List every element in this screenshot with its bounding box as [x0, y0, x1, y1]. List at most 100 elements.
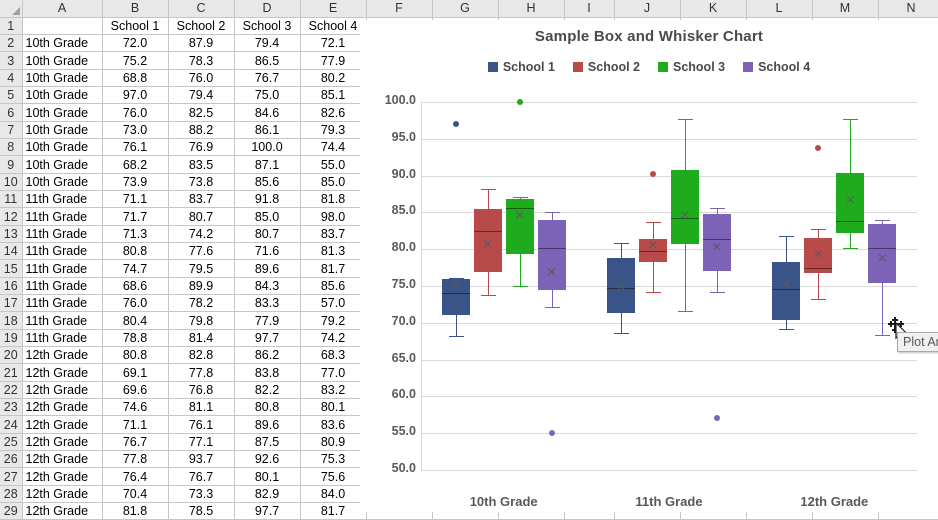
- cell-A10[interactable]: 10th Grade: [22, 173, 103, 192]
- cell-C11[interactable]: 83.7: [168, 190, 235, 209]
- cell-E16[interactable]: 85.6: [300, 277, 367, 296]
- cell-C7[interactable]: 88.2: [168, 121, 235, 140]
- cell-B26[interactable]: 77.8: [102, 450, 169, 469]
- cell-A9[interactable]: 10th Grade: [22, 155, 103, 174]
- cell-E8[interactable]: 74.4: [300, 138, 367, 157]
- cell-B28[interactable]: 70.4: [102, 485, 169, 504]
- cell-B27[interactable]: 76.4: [102, 467, 169, 486]
- cell-D26[interactable]: 92.6: [234, 450, 301, 469]
- column-header-m[interactable]: M: [812, 0, 879, 18]
- cell-D14[interactable]: 71.6: [234, 242, 301, 261]
- cell-A8[interactable]: 10th Grade: [22, 138, 103, 157]
- row-header[interactable]: 26: [0, 450, 23, 469]
- cell-D7[interactable]: 86.1: [234, 121, 301, 140]
- cell-A18[interactable]: 11th Grade: [22, 311, 103, 330]
- cell-B4[interactable]: 68.8: [102, 69, 169, 88]
- cell-A13[interactable]: 11th Grade: [22, 225, 103, 244]
- cell-A7[interactable]: 10th Grade: [22, 121, 103, 140]
- cell-A15[interactable]: 11th Grade: [22, 259, 103, 278]
- row-header[interactable]: 14: [0, 242, 23, 261]
- cell-C21[interactable]: 77.8: [168, 363, 235, 382]
- cell-D4[interactable]: 76.7: [234, 69, 301, 88]
- cell-C24[interactable]: 76.1: [168, 415, 235, 434]
- legend-item-2[interactable]: School 2: [572, 60, 640, 74]
- cell-A6[interactable]: 10th Grade: [22, 103, 103, 122]
- cell-D13[interactable]: 80.7: [234, 225, 301, 244]
- cell-C4[interactable]: 76.0: [168, 69, 235, 88]
- cell-E2[interactable]: 72.1: [300, 34, 367, 53]
- cell-C29[interactable]: 78.5: [168, 502, 235, 520]
- cell-E21[interactable]: 77.0: [300, 363, 367, 382]
- cell-A12[interactable]: 11th Grade: [22, 207, 103, 226]
- cell-D29[interactable]: 97.7: [234, 502, 301, 520]
- cell-B15[interactable]: 74.7: [102, 259, 169, 278]
- column-header-k[interactable]: K: [680, 0, 747, 18]
- cell-B9[interactable]: 68.2: [102, 155, 169, 174]
- cell-C22[interactable]: 76.8: [168, 381, 235, 400]
- cell-D18[interactable]: 77.9: [234, 311, 301, 330]
- row-header[interactable]: 10: [0, 173, 23, 192]
- cell-B7[interactable]: 73.0: [102, 121, 169, 140]
- row-header[interactable]: 24: [0, 415, 23, 434]
- cell-D28[interactable]: 82.9: [234, 485, 301, 504]
- row-header[interactable]: 8: [0, 138, 23, 157]
- cell-B2[interactable]: 72.0: [102, 34, 169, 53]
- cell-E9[interactable]: 55.0: [300, 155, 367, 174]
- row-header[interactable]: 28: [0, 485, 23, 504]
- legend-item-1[interactable]: School 1: [487, 60, 555, 74]
- cell-C17[interactable]: 78.2: [168, 294, 235, 313]
- row-header[interactable]: 6: [0, 103, 23, 122]
- cell-B6[interactable]: 76.0: [102, 103, 169, 122]
- row-header[interactable]: 1: [0, 17, 23, 36]
- cell-A20[interactable]: 12th Grade: [22, 346, 103, 365]
- cell-A4[interactable]: 10th Grade: [22, 69, 103, 88]
- column-header-c[interactable]: C: [168, 0, 235, 18]
- cell-E14[interactable]: 81.3: [300, 242, 367, 261]
- cell-E10[interactable]: 85.0: [300, 173, 367, 192]
- cell-D20[interactable]: 86.2: [234, 346, 301, 365]
- cell-B25[interactable]: 76.7: [102, 433, 169, 452]
- cell-B10[interactable]: 73.9: [102, 173, 169, 192]
- legend-item-4[interactable]: School 4: [743, 60, 810, 74]
- cell-B5[interactable]: 97.0: [102, 86, 169, 105]
- cell-B19[interactable]: 78.8: [102, 329, 169, 348]
- cell-A19[interactable]: 11th Grade: [22, 329, 103, 348]
- cell-D19[interactable]: 97.7: [234, 329, 301, 348]
- cell-A17[interactable]: 11th Grade: [22, 294, 103, 313]
- cell-C19[interactable]: 81.4: [168, 329, 235, 348]
- column-header-l[interactable]: L: [746, 0, 813, 18]
- cell-E11[interactable]: 81.8: [300, 190, 367, 209]
- cell-E12[interactable]: 98.0: [300, 207, 367, 226]
- row-header[interactable]: 13: [0, 225, 23, 244]
- cell-C23[interactable]: 81.1: [168, 398, 235, 417]
- cell-E19[interactable]: 74.2: [300, 329, 367, 348]
- cell-E3[interactable]: 77.9: [300, 51, 367, 70]
- column-header-h[interactable]: H: [498, 0, 565, 18]
- row-header[interactable]: 12: [0, 207, 23, 226]
- cell-E23[interactable]: 80.1: [300, 398, 367, 417]
- column-header-n[interactable]: N: [878, 0, 938, 18]
- cell-C18[interactable]: 79.8: [168, 311, 235, 330]
- cell-D11[interactable]: 91.8: [234, 190, 301, 209]
- cell-E18[interactable]: 79.2: [300, 311, 367, 330]
- cell-A22[interactable]: 12th Grade: [22, 381, 103, 400]
- cell-D12[interactable]: 85.0: [234, 207, 301, 226]
- cell-D5[interactable]: 75.0: [234, 86, 301, 105]
- cell-C10[interactable]: 73.8: [168, 173, 235, 192]
- cell-B17[interactable]: 76.0: [102, 294, 169, 313]
- cell-B29[interactable]: 81.8: [102, 502, 169, 520]
- cell-D21[interactable]: 83.8: [234, 363, 301, 382]
- cell-C3[interactable]: 78.3: [168, 51, 235, 70]
- cell-E5[interactable]: 85.1: [300, 86, 367, 105]
- cell-A21[interactable]: 12th Grade: [22, 363, 103, 382]
- cell-D16[interactable]: 84.3: [234, 277, 301, 296]
- plot-area[interactable]: ✕ ✕ ✕ ✕ ✕ ✕ ✕ ✕ ✕ ✕ ✕ ✕: [421, 99, 917, 471]
- cell-C12[interactable]: 80.7: [168, 207, 235, 226]
- cell-D15[interactable]: 89.6: [234, 259, 301, 278]
- cell-D17[interactable]: 83.3: [234, 294, 301, 313]
- cell-E13[interactable]: 83.7: [300, 225, 367, 244]
- cell-D10[interactable]: 85.6: [234, 173, 301, 192]
- cell-B18[interactable]: 80.4: [102, 311, 169, 330]
- cell-B14[interactable]: 80.8: [102, 242, 169, 261]
- column-header-b[interactable]: B: [102, 0, 169, 18]
